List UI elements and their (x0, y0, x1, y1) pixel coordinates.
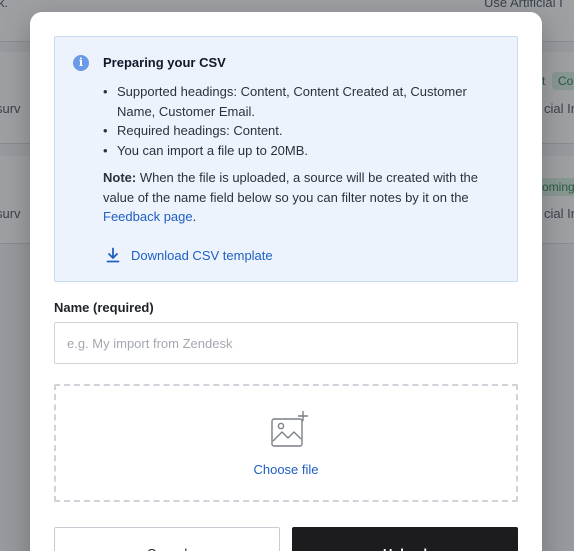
info-note: Note: When the file is uploaded, a sourc… (103, 168, 509, 227)
info-bullet: Required headings: Content. (103, 121, 503, 141)
name-field-label: Name (required) (54, 300, 154, 315)
name-input[interactable] (54, 322, 518, 364)
info-bullet-list: Supported headings: Content, Content Cre… (103, 82, 503, 160)
note-end: . (192, 209, 197, 224)
choose-file-link[interactable]: Choose file (56, 462, 516, 477)
file-dropzone[interactable]: Choose file (54, 384, 518, 502)
import-csv-modal: i Preparing your CSV Supported headings:… (30, 12, 542, 551)
download-csv-template-link[interactable]: Download CSV template (105, 247, 273, 263)
download-csv-template-label: Download CSV template (131, 247, 273, 263)
info-title: Preparing your CSV (103, 55, 226, 70)
cancel-button[interactable]: Cancel (54, 527, 280, 551)
note-label: Note: (103, 170, 137, 185)
feedback-page-link[interactable]: Feedback page (103, 209, 193, 224)
csv-info-callout: i Preparing your CSV Supported headings:… (54, 36, 518, 282)
image-add-icon (271, 410, 309, 447)
info-bullet: Supported headings: Content, Content Cre… (103, 82, 503, 121)
download-icon (106, 247, 120, 263)
info-icon: i (73, 55, 89, 71)
note-text: When the file is uploaded, a source will… (103, 170, 479, 205)
upload-button[interactable]: Upload (292, 527, 518, 551)
info-bullet: You can import a file up to 20MB. (103, 141, 503, 161)
